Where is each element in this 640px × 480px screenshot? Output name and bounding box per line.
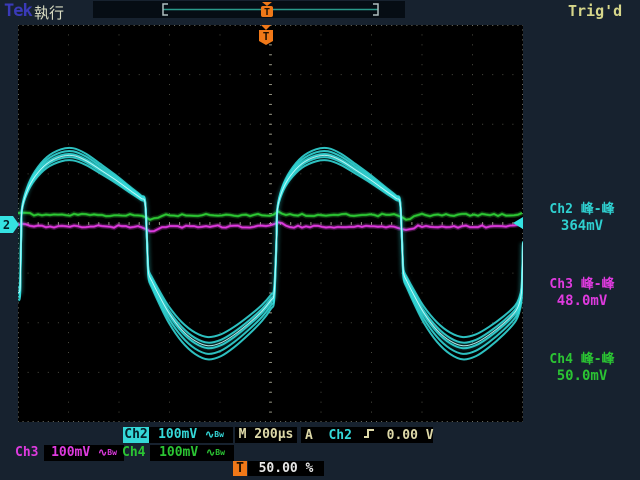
ch3-channel-label: Ch3 (15, 445, 43, 461)
ch4-bandwidth-icon: Bw (215, 448, 225, 457)
flat-trace (18, 211, 522, 219)
graticule: T (18, 25, 523, 422)
acquisition-status: 執行 (34, 2, 64, 23)
ch2-scale-readout: 100mV ∿Bw (149, 427, 233, 443)
measurement-ch3-label: Ch3 峰-峰 (526, 277, 638, 293)
horizontal-trigger-marker-icon: T (233, 461, 247, 476)
trigger-position-flag: T (259, 25, 273, 45)
trigger-readout: A Ch2 0.00 V (301, 427, 433, 443)
measurement-ch3-value: 48.0mV (526, 293, 638, 309)
measurement-ch2-pkpk: Ch2 峰-峰 364mV (526, 202, 638, 234)
oscilloscope-screen: Tek 執行 T Trig'd T 2 Ch2 峰-峰 364mV Ch3 峰-… (0, 0, 640, 480)
trigger-status: Trig'd (568, 2, 622, 20)
ch2-ground-marker-graphic: 2 (0, 216, 20, 234)
ch3-bandwidth-icon: Bw (107, 448, 117, 457)
svg-text:2: 2 (3, 218, 10, 232)
rising-edge-icon (363, 427, 376, 440)
measurement-ch4-label: Ch4 峰-峰 (526, 352, 638, 368)
ch2-bandwidth-icon: Bw (214, 430, 224, 439)
measurement-ch4-pkpk: Ch4 峰-峰 50.0mV (526, 352, 638, 384)
ch2-coupling-icon: ∿ (205, 428, 214, 441)
measurement-ch2-label: Ch2 峰-峰 (526, 202, 638, 218)
horizontal-position-readout: 50.00 % (248, 461, 324, 476)
ch3-coupling-icon: ∿ (98, 446, 107, 459)
svg-text:T: T (264, 7, 270, 18)
svg-text:T: T (263, 30, 270, 43)
record-view-graphic: T (93, 1, 405, 18)
ch2-channel-badge: Ch2 (123, 427, 149, 443)
ch4-coupling-icon: ∿ (206, 446, 215, 459)
tek-logo: Tek (4, 1, 32, 21)
ch4-scale-readout: 100mV ∿Bw (150, 445, 234, 461)
ch4-channel-label: Ch4 (122, 445, 150, 461)
ch2-ground-marker: 2 (0, 216, 20, 234)
measurement-ch4-value: 50.0mV (526, 368, 638, 384)
measurement-ch2-value: 364mV (526, 218, 638, 234)
timebase-readout: M 200µs (235, 427, 297, 443)
ch3-scale-readout: 100mV ∿Bw (44, 445, 124, 461)
waveform-display: T (18, 25, 523, 422)
flat-trace (18, 222, 522, 231)
record-view-bar: T (93, 1, 405, 18)
measurement-ch3-pkpk: Ch3 峰-峰 48.0mV (526, 277, 638, 309)
